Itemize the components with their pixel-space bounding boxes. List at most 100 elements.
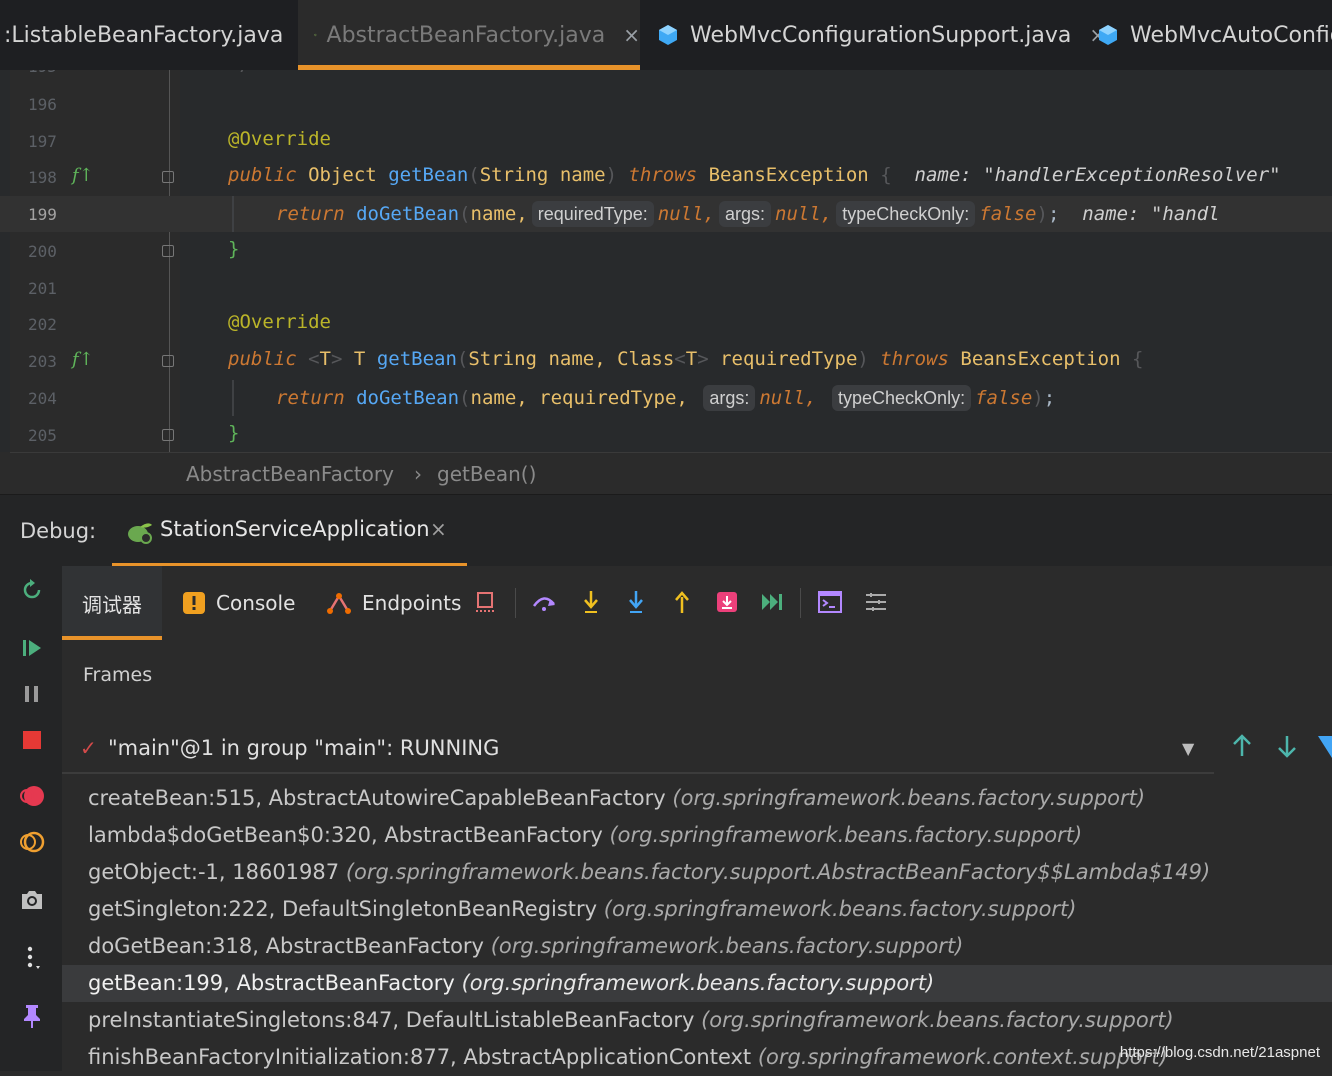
param-hint: args: [703, 385, 756, 411]
stack-frame-list: createBean:515, AbstractAutowireCapableB… [62, 780, 1332, 1076]
line-number: 196 [28, 95, 57, 114]
arrow-up-icon[interactable] [1228, 732, 1256, 760]
rerun-icon[interactable] [16, 574, 48, 606]
stack-frame[interactable]: createBean:515, AbstractAutowireCapableB… [62, 780, 1332, 817]
class-cube-icon [1099, 25, 1117, 45]
trace-settings-icon[interactable] [860, 586, 892, 618]
tab-listable-bean-factory[interactable]: :ListableBeanFactory.java × [4, 0, 332, 70]
step-out-icon[interactable] [666, 586, 698, 618]
class-cube-icon [314, 33, 317, 37]
show-execution-point-icon[interactable] [470, 586, 502, 618]
toolbar-separator [515, 588, 516, 618]
check-icon: ✓ [80, 736, 97, 760]
line-number: 195 [28, 70, 62, 76]
param-hint: requiredType: [531, 201, 654, 227]
tab-console[interactable]: Console [182, 566, 295, 640]
line-number: 205 [28, 426, 57, 445]
tab-webmvc-auto-config[interactable]: WebMvcAutoConfig [1096, 0, 1332, 70]
force-step-into-icon[interactable] [620, 586, 652, 618]
fold-toggle-icon[interactable] [162, 429, 174, 441]
fold-toggle-icon[interactable] [162, 355, 174, 367]
indent-guide [232, 196, 234, 232]
more-options-icon[interactable] [16, 942, 48, 974]
implements-method-icon[interactable]: f↑ [72, 349, 94, 370]
evaluate-expression-icon[interactable] [814, 586, 846, 618]
close-icon[interactable]: × [623, 23, 640, 47]
line-number: 198 [28, 168, 57, 187]
stack-frame[interactable]: getSingleton:222, DefaultSingletonBeanRe… [62, 891, 1332, 928]
tab-label: WebMvcConfigurationSupport.java [690, 22, 1072, 48]
code-line: 198 f↑ public Object getBean(String name… [0, 159, 1332, 195]
pause-icon[interactable] [16, 678, 48, 710]
breadcrumb-class[interactable]: AbstractBeanFactory [186, 462, 394, 486]
code-text: return doGetBean(name, requiredType: null,… [276, 201, 1220, 227]
indent-guide [232, 380, 234, 416]
param-hint: typeCheckOnly: [836, 201, 976, 227]
console-warning-icon [183, 592, 205, 614]
spring-bug-icon [128, 523, 152, 544]
tab-endpoints[interactable]: Endpoints [326, 566, 461, 640]
toolbar-separator [800, 588, 801, 618]
code-line: 200 } [0, 233, 1332, 269]
code-text: */ [228, 70, 251, 75]
run-to-cursor-icon[interactable] [756, 586, 788, 618]
stack-frame[interactable]: getObject:-1, 18601987 (org.springframew… [62, 854, 1332, 891]
run-config-tab[interactable]: StationServiceApplication × [112, 495, 467, 567]
line-number: 199 [28, 205, 57, 224]
debug-sidebar [0, 566, 63, 1071]
filter-icon[interactable] [1318, 732, 1332, 760]
line-number: 200 [28, 242, 57, 261]
step-over-icon[interactable] [528, 586, 560, 618]
fold-toggle-icon[interactable] [162, 245, 174, 257]
fold-toggle-icon[interactable] [162, 171, 174, 183]
frames-title: Frames [83, 664, 153, 686]
stop-icon[interactable] [16, 724, 48, 756]
current-code-line: 199 return doGetBean(name, requiredType: n… [0, 196, 1332, 232]
view-breakpoints-icon[interactable] [16, 780, 48, 812]
step-into-icon[interactable] [575, 586, 607, 618]
resume-icon[interactable] [16, 632, 48, 664]
tab-debugger[interactable]: 调试器 [62, 566, 162, 640]
line-number: 197 [28, 132, 57, 151]
close-icon[interactable]: × [430, 517, 447, 541]
implements-method-icon[interactable]: f↑ [72, 165, 94, 186]
param-hint: typeCheckOnly: [832, 385, 972, 411]
stack-frame[interactable]: preInstantiateSingletons:847, DefaultLis… [62, 1002, 1332, 1039]
code-line: 203 f↑ public <T> T getBean(String name,… [0, 343, 1332, 379]
stack-frame-selected[interactable]: getBean:199, AbstractBeanFactory (org.sp… [62, 965, 1332, 1002]
watermark: https://blog.csdn.net/21aspnet [1119, 1044, 1320, 1061]
code-text: } [228, 422, 240, 444]
chevron-down-icon[interactable]: ▼ [1182, 739, 1194, 758]
breadcrumb-method[interactable]: getBean() [437, 462, 536, 486]
tab-abstract-bean-factory[interactable]: AbstractBeanFactory.java × [298, 0, 640, 70]
line-number: 202 [28, 315, 57, 334]
tab-webmvc-configuration-support[interactable]: WebMvcConfigurationSupport.java × [656, 0, 1106, 70]
class-cube-icon [659, 25, 677, 45]
stack-frame[interactable]: doGetBean:318, AbstractBeanFactory (org.… [62, 928, 1332, 965]
thread-selector[interactable]: ✓ "main"@1 in group "main": RUNNING ▼ [62, 730, 1214, 774]
camera-icon[interactable] [16, 884, 48, 916]
debugger-toolbar: 调试器 Console Endpoints [62, 566, 1332, 640]
pin-icon[interactable] [16, 1000, 48, 1032]
code-text: return doGetBean(name, requiredType, arg… [276, 385, 1056, 411]
editor-tab-bar: :ListableBeanFactory.java × AbstractBean… [0, 0, 1332, 70]
debug-title: Debug: [20, 519, 97, 543]
code-line: 201 [0, 270, 1332, 306]
stack-frame[interactable]: lambda$doGetBean$0:320, AbstractBeanFact… [62, 817, 1332, 854]
tab-label: 调试器 [82, 592, 142, 617]
tab-label: AbstractBeanFactory.java [326, 22, 606, 48]
code-line: 205 } [0, 417, 1332, 452]
code-text: public <T> T getBean(String name, Class<… [228, 348, 1144, 370]
mute-breakpoints-icon[interactable] [16, 826, 48, 858]
endpoints-icon [327, 593, 351, 614]
param-hint: args: [718, 201, 772, 227]
tab-label: :ListableBeanFactory.java [4, 22, 284, 48]
tab-label: Endpoints [362, 591, 462, 615]
drop-frame-icon[interactable] [711, 586, 743, 618]
code-editor[interactable]: 195 */ 196 197 @Override 198 f↑ public O… [0, 70, 1332, 452]
line-number: 204 [28, 389, 57, 408]
code-line: 196 [0, 86, 1332, 122]
code-text: } [228, 238, 240, 260]
arrow-down-icon[interactable] [1273, 732, 1301, 760]
annotation: @Override [228, 311, 331, 333]
